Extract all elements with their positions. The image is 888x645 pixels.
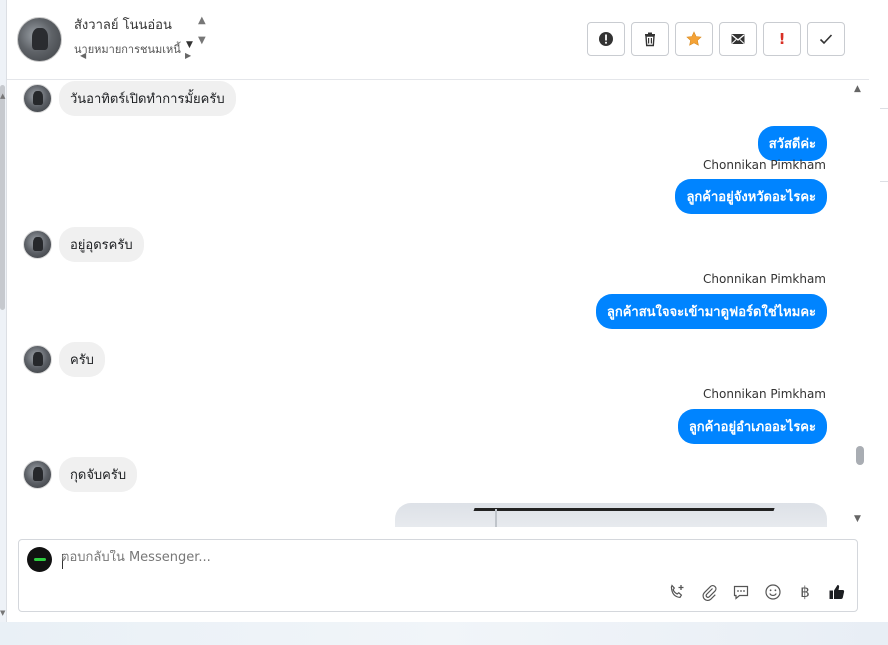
header-scroll-down-icon[interactable]: ▼ — [198, 35, 206, 46]
sender-avatar[interactable] — [23, 230, 52, 259]
check-icon — [819, 34, 833, 45]
message-bubble-incoming[interactable]: อยู่อุดรครับ — [59, 227, 144, 262]
quick-reply-icon — [733, 585, 749, 600]
image-attachment[interactable] — [395, 503, 827, 527]
header-scroll-up-icon[interactable]: ▲ — [198, 15, 206, 26]
conversation-panel: สังวาลย์ โนนอ่อน นายหมายการชนมเหนี้ ▼ ◀ … — [6, 0, 869, 622]
contact-name[interactable]: สังวาลย์ โนนอ่อน — [74, 14, 172, 35]
thread-scroll-down-icon[interactable]: ▼ — [854, 514, 861, 524]
delete-button[interactable] — [631, 22, 669, 56]
mail-icon — [731, 34, 745, 44]
message-bubble-outgoing[interactable]: ลูกค้าอยู่จังหวัดอะไรคะ — [675, 179, 827, 214]
like-button[interactable] — [827, 582, 847, 602]
attach-button[interactable] — [699, 582, 719, 602]
conversation-header: สังวาลย์ โนนอ่อน นายหมายการชนมเหนี้ ▼ ◀ … — [7, 0, 869, 80]
message-row-incoming: กุดจับครับ — [23, 457, 138, 492]
message-thread[interactable]: วันอาทิตร์เปิดทำการมั้ยครับ สวัสดีค่ะ Ch… — [7, 81, 850, 527]
attach-icon — [702, 585, 717, 601]
trash-icon — [645, 32, 655, 47]
left-scroll-up-icon[interactable]: ▲ — [0, 92, 5, 100]
message-row-incoming: วันอาทิตร์เปิดทำการมั้ยครับ — [23, 81, 236, 116]
payment-button[interactable]: ฿ — [795, 582, 815, 602]
important-icon: ! — [778, 30, 786, 48]
message-bubble-outgoing[interactable]: ลูกค้าสนใจจะเข้ามาดูฟอร์ดใช่ไหมคะ — [595, 294, 827, 329]
report-button[interactable] — [587, 22, 625, 56]
message-bubble-incoming[interactable]: กุดจับครับ — [59, 457, 138, 492]
reply-input[interactable] — [61, 550, 761, 565]
subtitle-scroll-left-icon[interactable]: ◀ — [80, 51, 86, 60]
thread-scroll-up-icon[interactable]: ▲ — [854, 84, 861, 94]
like-icon — [829, 585, 845, 599]
thread-scrollbar-thumb[interactable] — [856, 446, 864, 465]
conversation-toolbar: ! — [587, 22, 845, 56]
report-icon — [599, 32, 613, 46]
message-sender-name: Chonnikan Pimkham — [703, 272, 826, 286]
page-background — [0, 622, 888, 645]
contact-avatar[interactable] — [17, 17, 62, 62]
message-bubble-outgoing[interactable]: ลูกค้าอยู่อำเภออะไรคะ — [677, 409, 827, 444]
subtitle-scroll-right-icon[interactable]: ▶ — [185, 51, 191, 60]
left-scrollbar-thumb[interactable] — [0, 85, 5, 310]
message-bubble-incoming[interactable]: ครับ — [59, 342, 105, 377]
baht-icon: ฿ — [800, 583, 810, 601]
left-scroll-down-icon[interactable]: ▼ — [0, 609, 5, 617]
message-row-incoming: อยู่อุดรครับ — [23, 227, 144, 262]
mark-done-button[interactable] — [807, 22, 845, 56]
call-button[interactable] — [667, 582, 687, 602]
sender-avatar[interactable] — [23, 460, 52, 489]
star-icon — [686, 31, 702, 46]
message-sender-name: Chonnikan Pimkham — [703, 387, 826, 401]
phone-add-icon — [670, 584, 684, 599]
page-avatar — [27, 547, 52, 572]
quick-reply-button[interactable] — [731, 582, 751, 602]
email-button[interactable] — [719, 22, 757, 56]
star-button[interactable] — [675, 22, 713, 56]
subtitle-dropdown-icon[interactable]: ▼ — [186, 40, 193, 50]
reply-composer: ฿ — [18, 539, 858, 612]
message-bubble-outgoing[interactable]: สวัสดีค่ะ — [757, 126, 827, 161]
message-sender-name: Chonnikan Pimkham — [703, 158, 826, 172]
right-edge-panel — [868, 0, 888, 622]
message-bubble-incoming[interactable]: วันอาทิตร์เปิดทำการมั้ยครับ — [59, 81, 236, 116]
sender-avatar[interactable] — [23, 345, 52, 374]
emoji-icon — [765, 584, 781, 600]
sender-avatar[interactable] — [23, 84, 52, 113]
composer-toolbar: ฿ — [667, 582, 847, 602]
message-row-incoming: ครับ — [23, 342, 105, 377]
mark-important-button[interactable]: ! — [763, 22, 801, 56]
emoji-button[interactable] — [763, 582, 783, 602]
